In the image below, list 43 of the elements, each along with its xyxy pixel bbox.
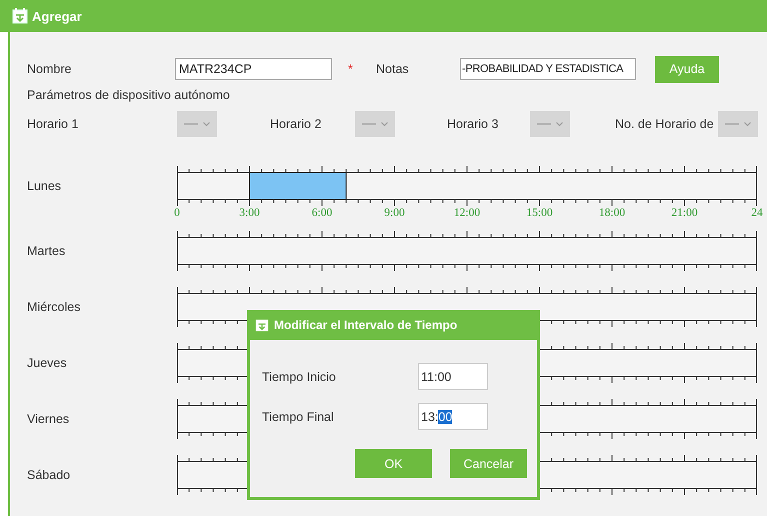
- notes-label: Notas: [376, 62, 410, 76]
- schedule-label: Horario 3: [447, 117, 500, 131]
- time-range-bar[interactable]: [249, 172, 347, 200]
- window-title: Agregar: [32, 8, 82, 24]
- caret-icon: [556, 122, 563, 126]
- day-label: Sábado: [27, 467, 72, 484]
- time-field[interactable]: 11:00: [418, 363, 488, 390]
- axis-label: 0: [174, 206, 180, 220]
- axis-label: 9:00: [384, 206, 405, 220]
- dash-icon: [362, 122, 376, 126]
- schedule-label: Horario 2: [270, 117, 322, 131]
- field-label: Tiempo Final: [262, 410, 335, 424]
- field-label: Tiempo Inicio: [262, 370, 337, 384]
- notes-field[interactable]: -PROBABILIDAD Y ESTADISTICA: [460, 58, 636, 80]
- axis-label: 18:00: [598, 206, 626, 220]
- required-mark: *: [348, 62, 354, 76]
- schedule-label: Horario 1: [27, 117, 80, 131]
- axis-label: 24: [751, 206, 763, 220]
- axis-label: 15:00: [526, 206, 553, 220]
- timeline-track[interactable]: [177, 231, 757, 271]
- calendar-icon: [255, 318, 269, 332]
- dash-icon: [537, 122, 551, 126]
- section-title: Parámetros de dispositivo autónomo: [27, 88, 231, 102]
- axis-label: 12:00: [454, 206, 480, 220]
- day-label: Viernes: [27, 411, 70, 428]
- timeline-track[interactable]: [177, 166, 757, 206]
- dialog-title: Modificar el Intervalo de Tiempo: [274, 318, 458, 332]
- axis-label: 6:00: [312, 206, 332, 220]
- time-field[interactable]: 13:00: [418, 403, 488, 430]
- calendar-icon: [12, 8, 28, 24]
- caret-icon: [203, 122, 210, 126]
- schedule-label: No. de Horario de: [615, 117, 715, 131]
- dash-icon: [184, 122, 198, 126]
- dash-icon: [725, 122, 739, 126]
- day-label: Martes: [27, 243, 66, 260]
- axis-label: 21:00: [671, 206, 698, 220]
- name-label: Nombre: [27, 62, 72, 76]
- axis-label: 3:00: [239, 206, 260, 220]
- caret-icon: [744, 122, 751, 126]
- day-label: Jueves: [27, 355, 68, 372]
- caret-icon: [381, 122, 388, 126]
- name-field[interactable]: MATR234CP: [175, 58, 332, 80]
- day-label: Miércoles: [27, 299, 82, 316]
